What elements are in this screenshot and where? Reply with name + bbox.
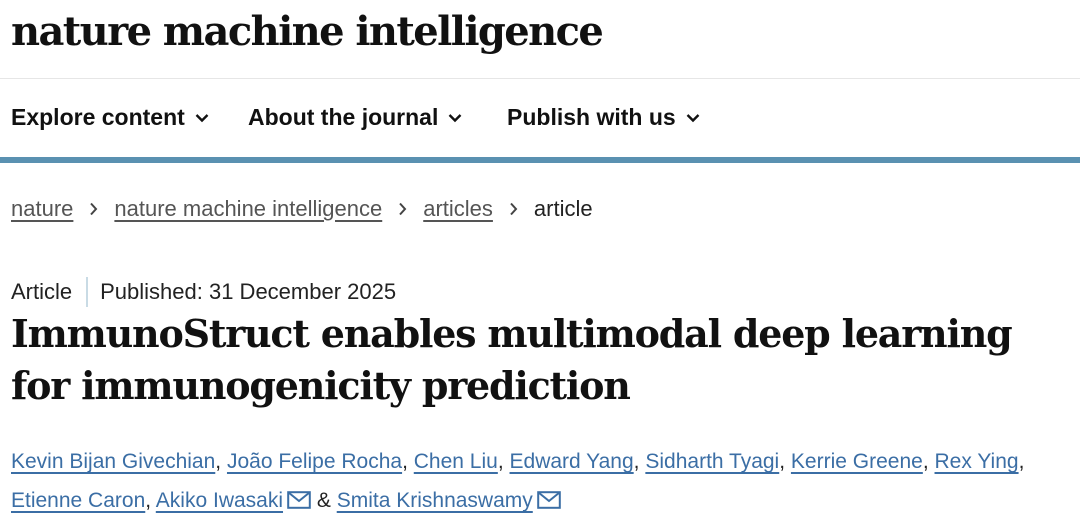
- author-list: Kevin Bijan Givechian, João Felipe Rocha…: [11, 442, 1079, 522]
- author-link[interactable]: Sidharth Tyagi: [645, 450, 779, 473]
- chevron-right-icon: [89, 202, 98, 216]
- author-separator: ,: [633, 450, 640, 473]
- author-link[interactable]: Edward Yang: [510, 450, 634, 473]
- author-link[interactable]: João Felipe Rocha: [227, 450, 402, 473]
- masthead: nature machine intelligence: [0, 0, 1080, 79]
- breadcrumb-journal[interactable]: nature machine intelligence: [114, 196, 382, 222]
- author-line-2: Etienne Caron, Akiko Iwasaki & Smita Kri…: [11, 481, 1079, 522]
- breadcrumb-current: article: [533, 196, 593, 221]
- author-conjunction: &: [316, 489, 331, 512]
- breadcrumb: nature nature machine intelligence artic…: [11, 196, 593, 222]
- journal-logo[interactable]: nature machine intelligence: [11, 8, 604, 55]
- nav-accent-rule: [0, 157, 1080, 163]
- nav-label: About the journal: [248, 104, 439, 130]
- author-separator: ,: [402, 450, 408, 473]
- mail-icon[interactable]: [287, 483, 311, 522]
- nav-about-journal[interactable]: About the journal: [248, 104, 462, 131]
- author-separator: ,: [922, 450, 929, 473]
- chevron-down-icon: [195, 113, 209, 122]
- breadcrumb-nature[interactable]: nature: [11, 196, 73, 222]
- chevron-right-icon: [398, 202, 407, 216]
- meta-divider: [86, 277, 89, 307]
- author-line-1: Kevin Bijan Givechian, João Felipe Rocha…: [11, 442, 1079, 481]
- nav-publish-with-us[interactable]: Publish with us: [507, 104, 700, 131]
- author-separator: ,: [497, 450, 504, 473]
- author-link[interactable]: Kerrie Greene: [791, 450, 923, 473]
- chevron-right-icon: [509, 202, 518, 216]
- chevron-down-icon: [686, 113, 700, 122]
- main-nav: Explore content About the journal Publis…: [0, 78, 1080, 157]
- author-link[interactable]: Rex Ying: [935, 450, 1019, 473]
- author-link[interactable]: Smita Krishnaswamy: [337, 489, 533, 512]
- nav-label: Explore content: [11, 104, 185, 130]
- author-separator: ,: [215, 450, 222, 473]
- author-separator: ,: [779, 450, 786, 473]
- article-title: ImmunoStruct enables multimodal deep lea…: [11, 311, 1013, 408]
- author-separator: ,: [145, 489, 152, 512]
- breadcrumb-articles[interactable]: articles: [423, 196, 493, 222]
- article-type: Article: [11, 279, 73, 304]
- mail-icon[interactable]: [536, 483, 561, 522]
- nav-label: Publish with us: [507, 104, 676, 130]
- nav-explore-content[interactable]: Explore content: [11, 104, 209, 131]
- chevron-down-icon: [449, 113, 462, 122]
- author-link[interactable]: Chen Liu: [414, 450, 498, 473]
- published-date: Published: 31 December 2025: [100, 279, 397, 304]
- author-link[interactable]: Akiko Iwasaki: [156, 489, 283, 512]
- author-link[interactable]: Kevin Bijan Givechian: [11, 450, 215, 473]
- author-link[interactable]: Etienne Caron: [11, 489, 145, 512]
- author-separator: ,: [1018, 450, 1025, 473]
- article-meta: Article Published: 31 December 2025: [11, 277, 396, 307]
